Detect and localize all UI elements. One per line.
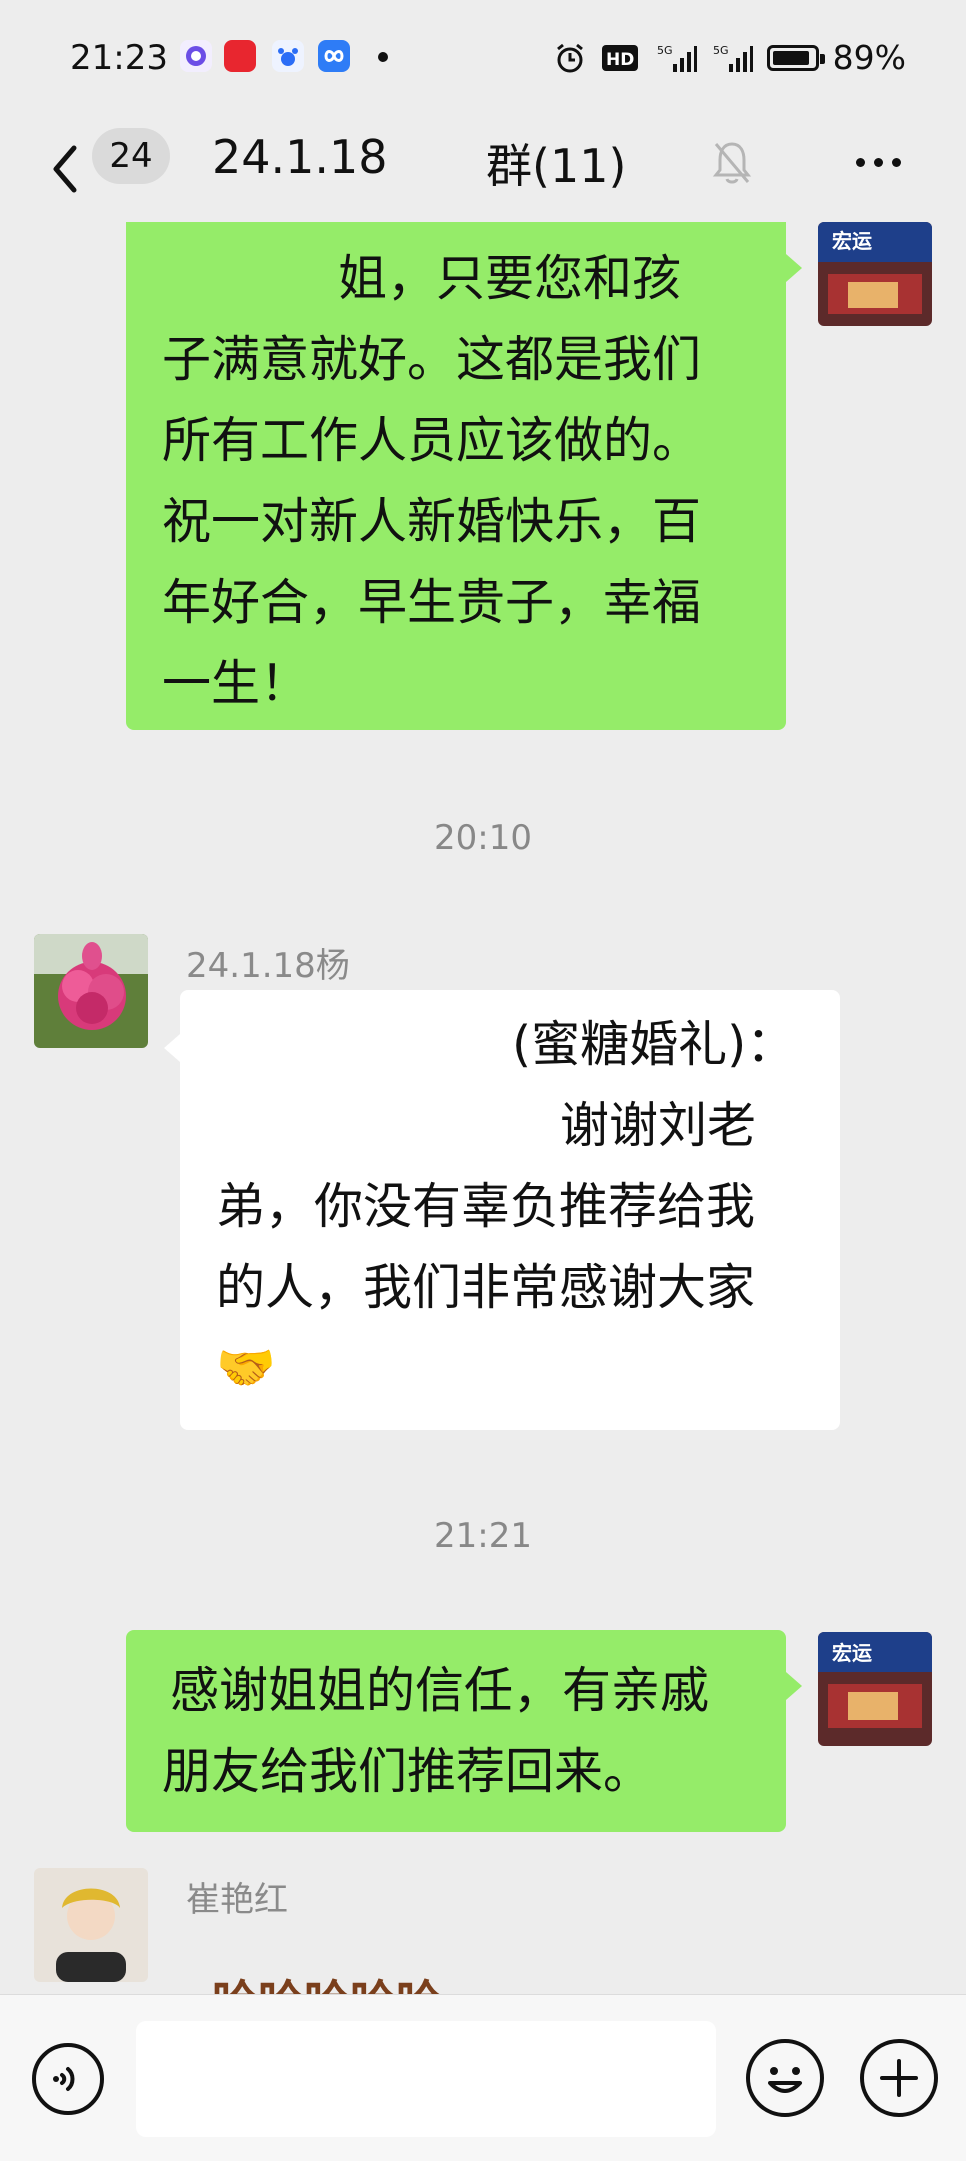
battery-percent: 89% <box>832 38 906 77</box>
mute-bell-icon <box>712 142 752 184</box>
svg-text:5G: 5G <box>657 44 673 57</box>
status-right: HD 5G 5G 89% <box>553 38 906 77</box>
app-notification-icon <box>180 40 212 72</box>
emoji-icon[interactable] <box>746 2039 824 2117</box>
add-more-icon[interactable] <box>860 2039 938 2117</box>
voice-input-icon[interactable] <box>32 2043 104 2115</box>
svg-text:5G: 5G <box>713 44 729 57</box>
outgoing-message-bubble[interactable]: 感谢姐姐的信任，有亲戚 朋友给我们推荐回来。 <box>126 1630 786 1832</box>
message-text: 所有工作人员应该做的。 <box>162 412 702 469</box>
my-avatar[interactable]: 宏运 <box>818 222 932 326</box>
message-text: (蜜糖婚礼)： <box>512 1016 796 1073</box>
chat-title: 24.1.18 <box>212 130 388 184</box>
svg-text:HD: HD <box>606 50 634 70</box>
message-text: 一生！ <box>162 655 310 712</box>
svg-text:宏运: 宏运 <box>832 229 872 253</box>
app-notification-icon <box>224 40 256 72</box>
status-bar: 21:23 HD 5G 5G 89% <box>0 0 966 118</box>
sender-name: 24.1.18杨 <box>186 946 350 986</box>
input-bar <box>0 1994 966 2161</box>
message-text: 弟，你没有辜负推荐给我 <box>216 1178 756 1235</box>
message-timestamp: 20:10 <box>434 818 532 858</box>
sender-avatar[interactable] <box>34 934 148 1048</box>
more-notifications-dot-icon <box>378 52 388 62</box>
battery-icon <box>766 44 825 71</box>
chat-title-group: 群(11) <box>486 139 627 193</box>
alarm-icon <box>556 43 583 72</box>
baidu-icon <box>272 40 304 72</box>
svg-text:宏运: 宏运 <box>832 1641 872 1665</box>
message-text: 感谢姐姐的信任，有亲戚 <box>170 1662 710 1719</box>
chat-header: 24 24.1.18 群(11) <box>0 118 966 222</box>
unread-count-badge[interactable]: 24 <box>92 128 170 184</box>
message-input[interactable] <box>136 2021 716 2137</box>
message-timestamp: 21:21 <box>434 1516 532 1556</box>
outgoing-message-bubble[interactable]: 姐，只要您和孩 子满意就好。这都是我们 所有工作人员应该做的。 祝一对新人新婚快… <box>126 222 786 730</box>
signal-5g-icon: 5G <box>713 44 753 72</box>
bubble-tail <box>786 254 802 282</box>
message-text: 姐，只要您和孩 <box>338 250 682 307</box>
message-text: 的人，我们非常感谢大家 <box>216 1259 756 1316</box>
message-text: 哈哈哈哈哈 <box>212 1962 442 1994</box>
sender-avatar[interactable] <box>34 1868 148 1982</box>
chat-messages[interactable]: 姐，只要您和孩 子满意就好。这都是我们 所有工作人员应该做的。 祝一对新人新婚快… <box>0 222 966 1994</box>
sender-name: 崔艳红 <box>186 1880 288 1920</box>
signal-5g-icon: 5G <box>657 44 697 72</box>
status-time: 21:23 <box>70 38 168 78</box>
app-notification-icon <box>318 40 350 72</box>
hd-icon: HD <box>601 44 638 71</box>
my-avatar[interactable]: 宏运 <box>818 1632 932 1746</box>
bubble-tail <box>164 1034 180 1062</box>
handshake-emoji-icon: 🤝 <box>216 1340 276 1396</box>
bubble-tail <box>786 1672 802 1700</box>
message-text: 祝一对新人新婚快乐，百 <box>162 493 702 550</box>
incoming-message-bubble[interactable]: (蜜糖婚礼)： 谢谢刘老 弟，你没有辜负推荐给我 的人，我们非常感谢大家 🤝 <box>180 990 840 1430</box>
message-text: 子满意就好。这都是我们 <box>162 331 702 388</box>
message-text: 年好合，早生贵子，幸福 <box>162 574 702 631</box>
more-options-icon[interactable] <box>856 158 901 167</box>
message-text: 朋友给我们推荐回来。 <box>162 1743 653 1800</box>
message-text: 谢谢刘老 <box>560 1097 757 1154</box>
